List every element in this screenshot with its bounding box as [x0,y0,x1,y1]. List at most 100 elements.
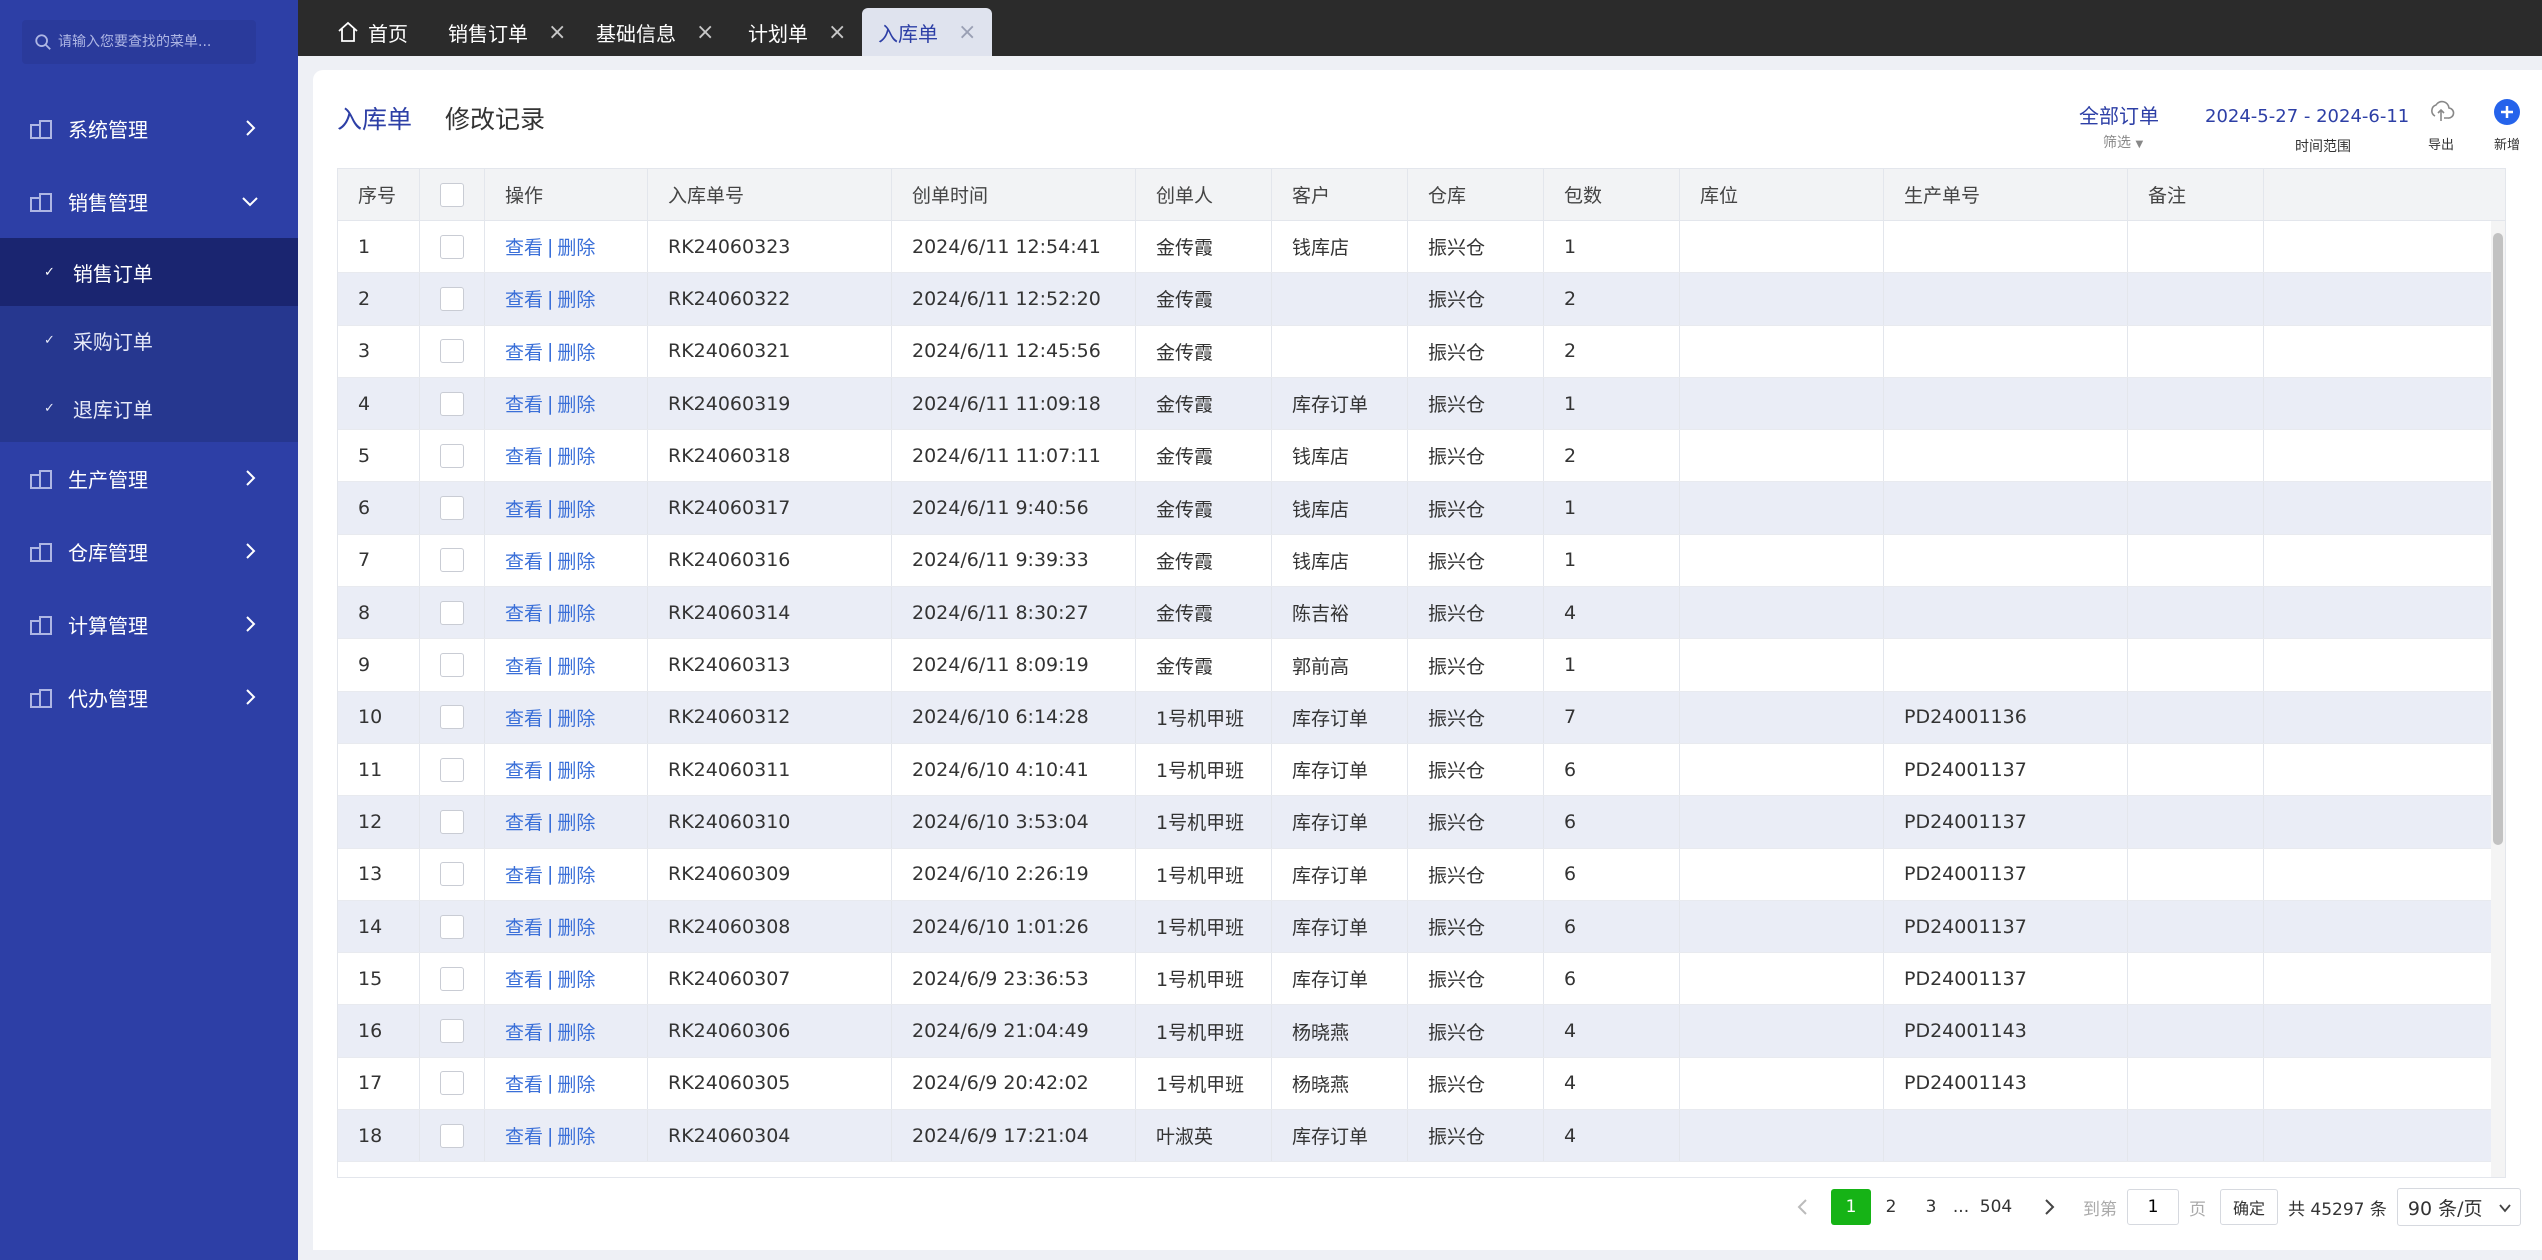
cell-select[interactable] [420,1110,485,1162]
view-link[interactable]: 查看 [505,233,543,260]
row-checkbox[interactable] [440,339,464,364]
row-checkbox[interactable] [440,548,464,573]
delete-link[interactable]: 删除 [557,233,595,260]
cell-select[interactable] [420,743,485,796]
sidebar-subitem-sales-order[interactable]: ✓ 销售订单 [0,238,298,306]
view-link[interactable]: 查看 [505,1122,543,1149]
cell-select[interactable] [420,377,485,430]
sidebar-subitem-purchase-order[interactable]: ✓ 采购订单 [0,306,298,374]
close-icon[interactable]: × [696,20,714,45]
view-link[interactable]: 查看 [505,808,543,835]
page-size-select[interactable]: 90 条/页 [2396,1188,2521,1226]
view-link[interactable]: 查看 [505,285,543,312]
cell-select[interactable] [420,430,485,482]
delete-link[interactable]: 删除 [557,599,595,626]
menu-search-input[interactable] [58,34,248,50]
row-checkbox[interactable] [440,966,464,991]
view-link[interactable]: 查看 [505,861,543,888]
table-row[interactable]: 12 查看 | 删除 RK24060310 2024/6/10 3:53:04 1号机甲班库… [338,796,2505,849]
view-link[interactable]: 查看 [505,547,543,574]
cell-select[interactable] [420,325,485,377]
table-row[interactable]: 10 查看 | 删除 RK24060312 2024/6/10 6:14:28 1号机甲班库… [338,691,2505,744]
goto-confirm-button[interactable]: 确定 [2220,1189,2279,1225]
row-checkbox[interactable] [440,1123,464,1148]
row-checkbox[interactable] [440,809,464,834]
row-checkbox[interactable] [440,234,464,259]
delete-link[interactable]: 删除 [557,913,595,940]
sidebar-item-calculation[interactable]: 计算管理 [0,588,298,661]
row-checkbox[interactable] [440,600,464,625]
table-row[interactable]: 16 查看 | 删除 RK24060306 2024/6/9 21:04:49 1号机甲班杨… [338,1005,2505,1058]
export-button[interactable]: 导出 [2421,98,2461,153]
tab-inbound-order[interactable]: 入库单 × [862,8,993,56]
tab-change-log[interactable]: 修改记录 [445,100,545,136]
row-checkbox[interactable] [440,914,464,939]
row-checkbox[interactable] [440,757,464,782]
delete-link[interactable]: 删除 [557,704,595,731]
cell-select[interactable] [420,1005,485,1057]
delete-link[interactable]: 删除 [557,808,595,835]
row-checkbox[interactable] [440,496,464,521]
cell-select[interactable] [420,848,485,900]
delete-link[interactable]: 删除 [557,338,595,365]
date-range-picker[interactable]: 2024-5-27 - 2024-6-11 [2205,106,2409,127]
sidebar-item-sales[interactable]: 销售管理 [0,165,298,238]
row-checkbox[interactable] [440,1071,464,1096]
view-link[interactable]: 查看 [505,704,543,731]
table-row[interactable]: 15 查看 | 删除 RK24060307 2024/6/9 23:36:53 1号机甲班库… [338,953,2505,1006]
table-row[interactable]: 6 查看 | 删除 RK24060317 2024/6/11 9:40:56 金传霞 钱库店振… [338,482,2505,535]
page-1[interactable]: 1 [1831,1189,1871,1225]
table-row[interactable]: 2 查看 | 删除 RK24060322 2024/6/11 12:52:20 金传霞 振兴仓… [338,273,2505,326]
table-row[interactable]: 5 查看 | 删除 RK24060318 2024/6/11 11:07:11 金传霞 钱库店… [338,430,2505,483]
prev-page-button[interactable] [1783,1189,1823,1225]
table-row[interactable]: 4 查看 | 删除 RK24060319 2024/6/11 11:09:18 金传霞 库存订… [338,377,2505,431]
sidebar-subitem-return-order[interactable]: ✓ 退库订单 [0,374,298,442]
page-ellipsis[interactable]: ... [1951,1189,1971,1225]
select-all-checkbox[interactable] [440,182,464,207]
tab-sales-order[interactable]: 销售订单 × [432,8,582,56]
add-button[interactable]: 新增 [2487,98,2527,153]
delete-link[interactable]: 删除 [557,547,595,574]
delete-link[interactable]: 删除 [557,285,595,312]
page-3[interactable]: 3 [1911,1189,1951,1225]
table-row[interactable]: 7 查看 | 删除 RK24060316 2024/6/11 9:39:33 金传霞 钱库店振… [338,534,2505,588]
view-link[interactable]: 查看 [505,442,543,469]
tab-inbound[interactable]: 入库单 [337,100,412,136]
cell-select[interactable] [420,482,485,534]
view-link[interactable]: 查看 [505,390,543,417]
delete-link[interactable]: 删除 [557,965,595,992]
table-row[interactable]: 11 查看 | 删除 RK24060311 2024/6/10 4:10:41 1号机甲班库… [338,743,2505,797]
row-checkbox[interactable] [440,443,464,468]
view-link[interactable]: 查看 [505,1018,543,1045]
cell-select[interactable] [420,1057,485,1110]
delete-link[interactable]: 删除 [557,861,595,888]
goto-page-input[interactable] [2127,1189,2179,1225]
table-row[interactable]: 18 查看 | 删除 RK24060304 2024/6/9 17:21:04 叶淑英 库存订… [338,1110,2505,1163]
tab-basic-info[interactable]: 基础信息 × [580,8,730,56]
cell-select[interactable] [420,953,485,1005]
view-link[interactable]: 查看 [505,652,543,679]
cell-select[interactable] [420,900,485,953]
sidebar-item-system[interactable]: 系统管理 [0,92,298,165]
view-link[interactable]: 查看 [505,495,543,522]
cell-select[interactable] [420,273,485,325]
tab-home[interactable]: 首页 [320,8,424,56]
cell-select[interactable] [420,639,485,691]
row-checkbox[interactable] [440,705,464,730]
delete-link[interactable]: 删除 [557,1122,595,1149]
view-link[interactable]: 查看 [505,338,543,365]
row-checkbox[interactable] [440,286,464,311]
close-icon[interactable]: × [958,20,976,45]
delete-link[interactable]: 删除 [557,495,595,522]
delete-link[interactable]: 删除 [557,1070,595,1097]
table-row[interactable]: 9 查看 | 删除 RK24060313 2024/6/11 8:09:19 金传霞 郭前高振… [338,639,2505,692]
view-link[interactable]: 查看 [505,756,543,783]
view-link[interactable]: 查看 [505,599,543,626]
delete-link[interactable]: 删除 [557,442,595,469]
page-last[interactable]: 504 [1971,1189,2021,1225]
scrollbar-thumb[interactable] [2493,233,2503,845]
table-row[interactable]: 8 查看 | 删除 RK24060314 2024/6/11 8:30:27 金传霞 陈吉裕振… [338,587,2505,640]
delete-link[interactable]: 删除 [557,652,595,679]
cell-select[interactable] [420,587,485,639]
table-row[interactable]: 14 查看 | 删除 RK24060308 2024/6/10 1:01:26 1号机甲班库… [338,900,2505,954]
